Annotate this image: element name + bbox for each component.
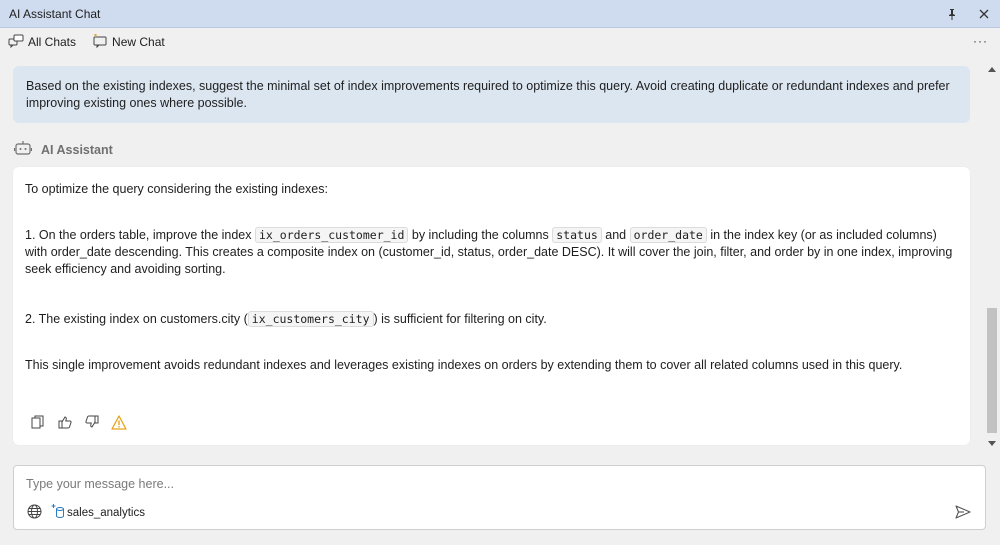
assistant-header: AI Assistant — [13, 140, 113, 159]
vertical-scrollbar[interactable] — [984, 56, 1000, 454]
all-chats-button[interactable]: All Chats — [8, 34, 76, 51]
scroll-up-arrow[interactable] — [988, 67, 996, 72]
column-status: status — [552, 227, 602, 243]
composer-options: sales_analytics — [27, 503, 145, 522]
index-name-orders: ix_orders_customer_id — [255, 227, 409, 243]
chats-icon — [8, 34, 24, 51]
scroll-thumb[interactable] — [987, 308, 997, 433]
close-icon[interactable] — [975, 5, 993, 23]
feedback-actions — [29, 413, 128, 431]
copy-icon[interactable] — [29, 413, 47, 431]
database-name: sales_analytics — [67, 506, 145, 519]
assistant-name: AI Assistant — [41, 142, 113, 157]
item2-text-2: ) is sufficient for filtering on city. — [373, 312, 547, 326]
answer-intro: To optimize the query considering the ex… — [25, 182, 328, 196]
message-input[interactable] — [26, 475, 926, 493]
all-chats-label: All Chats — [28, 35, 77, 49]
warning-icon[interactable] — [110, 413, 128, 431]
thumbs-up-icon[interactable] — [56, 413, 74, 431]
item1-text-3: and — [601, 228, 630, 242]
new-chat-button[interactable]: New Chat — [92, 33, 165, 51]
item2-text-1: 2. The existing index on customers.city … — [25, 312, 248, 326]
column-order-date: order_date — [629, 227, 707, 243]
index-name-customers: ix_customers_city — [247, 311, 374, 327]
window-title: AI Assistant Chat — [9, 6, 101, 21]
globe-icon[interactable] — [27, 504, 42, 522]
scroll-down-arrow[interactable] — [988, 441, 996, 446]
more-options-button[interactable]: ··· — [973, 34, 988, 48]
thumbs-down-icon[interactable] — [83, 413, 101, 431]
pin-icon[interactable] — [943, 5, 961, 23]
item1-text-2: by including the columns — [408, 228, 553, 242]
database-selector[interactable]: sales_analytics — [51, 503, 145, 522]
assistant-message: To optimize the query considering the ex… — [13, 167, 970, 445]
chat-toolbar: All Chats New Chat ··· — [0, 28, 1000, 56]
user-message: Based on the existing indexes, suggest t… — [13, 66, 970, 123]
database-add-icon — [51, 503, 65, 522]
send-icon[interactable] — [954, 503, 972, 521]
title-bar: AI Assistant Chat — [0, 0, 1000, 28]
answer-outro: This single improvement avoids redundant… — [25, 358, 903, 372]
new-chat-icon — [92, 33, 108, 51]
chat-history: Based on the existing indexes, suggest t… — [0, 56, 984, 454]
answer-item-1: 1. On the orders table, improve the inde… — [25, 227, 960, 278]
user-message-text: Based on the existing indexes, suggest t… — [26, 79, 950, 110]
message-composer: sales_analytics — [13, 465, 986, 530]
item1-text-1: 1. On the orders table, improve the inde… — [25, 228, 255, 242]
answer-item-2: 2. The existing index on customers.city … — [25, 311, 960, 328]
bot-icon — [13, 140, 33, 159]
new-chat-label: New Chat — [112, 35, 165, 49]
